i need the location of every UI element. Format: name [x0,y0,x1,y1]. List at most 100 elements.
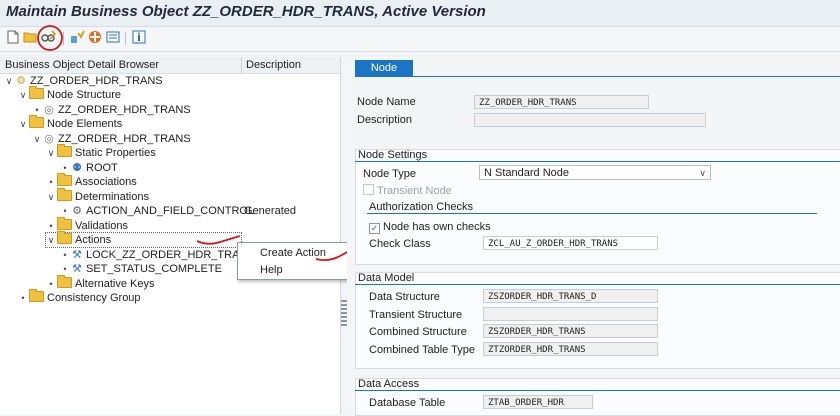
where-used-icon[interactable] [105,30,121,46]
tree-node-label: Alternative Keys [75,278,155,290]
expand-arrow-icon[interactable]: ∨ [46,190,56,204]
tree-node-root-node[interactable]: • ⚉ ROOT [60,161,118,175]
checkbox-icon [363,184,374,195]
business-object-tree: Business Object Detail Browser Descripti… [0,57,341,414]
menu-item-help[interactable]: Help [260,263,283,277]
transient-node-checkbox[interactable]: Transient Node [363,184,452,198]
combined-table-type-field[interactable]: ZTZORDER_HDR_TRANS [483,342,658,356]
node-type-value: N Standard Node [484,167,569,179]
folder-icon [29,86,44,99]
node-name-label: Node Name [357,96,416,108]
tree-node-associations[interactable]: • Associations [46,173,137,189]
column-divider[interactable] [241,57,242,73]
expand-arrow-icon[interactable]: ∨ [18,117,28,131]
check-icon[interactable] [69,30,85,46]
tab-node[interactable]: Node [355,60,413,76]
combined-table-type-label: Combined Table Type [369,344,475,356]
node-circle-icon: ◎ [44,133,54,145]
bullet-icon: • [63,206,67,216]
determination-icon: ⚙ [72,205,82,217]
expand-arrow-icon[interactable]: ∨ [46,146,56,160]
authorization-checks-title: Authorization Checks [367,200,817,214]
tree-node-structure-child[interactable]: • ◎ ZZ_ORDER_HDR_TRANS [32,103,191,117]
new-document-icon[interactable] [5,30,21,46]
tree-node-label: LOCK_ZZ_ORDER_HDR_TRANS [86,249,255,261]
tree-node-label: ACTION_AND_FIELD_CONTROL [86,205,255,217]
bullet-icon: • [49,279,53,289]
node-settings-title: Node Settings [355,148,840,162]
chevron-down-icon: ∨ [699,168,706,178]
toolbar-separator [63,32,64,45]
database-table-field[interactable]: ZTAB_ORDER_HDR [483,395,593,409]
column-header-browser[interactable]: Business Object Detail Browser [5,59,159,71]
title-bar: Maintain Business Object ZZ_ORDER_HDR_TR… [0,0,840,27]
description-field[interactable] [474,113,706,127]
activate-icon[interactable] [87,30,103,46]
own-checks-checkbox[interactable]: ✓ Node has own checks [369,220,491,234]
transient-structure-field[interactable] [483,307,658,321]
check-class-label: Check Class [369,238,431,250]
node-circle-icon: ◎ [44,104,54,116]
tree-node-label: Validations [75,220,128,232]
action-icon: ⚒ [72,249,82,261]
tree-node-lock-action[interactable]: • ⚒ LOCK_ZZ_ORDER_HDR_TRANS [60,248,255,262]
tree-node-elements-child[interactable]: ∨ ◎ ZZ_ORDER_HDR_TRANS [32,132,191,146]
tree-node-label: ROOT [86,162,118,174]
tree-node-label: Actions [75,234,112,246]
tree-node-consistency-group[interactable]: • Consistency Group [18,289,141,305]
bullet-icon: • [49,177,53,187]
transient-node-label: Transient Node [377,185,452,197]
tree-node-node-structure[interactable]: ∨ Node Structure [18,86,121,102]
transient-structure-label: Transient Structure [369,309,463,321]
open-folder-icon[interactable] [22,30,38,46]
data-structure-label: Data Structure [369,291,440,303]
folder-icon [57,217,72,230]
bullet-icon: • [49,221,53,231]
expand-arrow-icon[interactable]: ∨ [32,132,42,146]
context-menu: Create Action Help [237,242,356,280]
menu-item-create-action[interactable]: Create Action [260,246,326,260]
tree-node-label: Static Properties [75,147,156,159]
action-icon: ⚒ [72,263,82,275]
data-structure-field[interactable]: ZSZORDER_HDR_TRANS_D [483,289,658,303]
display-change-icon[interactable] [40,30,57,46]
node-name-field[interactable]: ZZ_ORDER_HDR_TRANS [474,95,649,109]
checkbox-checked-icon: ✓ [369,223,380,234]
tree-node-label: Node Structure [47,89,121,101]
tree-node-alternative-keys[interactable]: • Alternative Keys [46,275,155,291]
column-header-description[interactable]: Description [246,59,301,71]
own-checks-label: Node has own checks [383,221,491,233]
tree-node-set-status[interactable]: • ⚒ SET_STATUS_COMPLETE [60,262,222,276]
tree-node-label: SET_STATUS_COMPLETE [86,263,222,275]
folder-icon [57,144,72,157]
tree-node-static-properties[interactable]: ∨ Static Properties [46,144,156,160]
check-class-field[interactable]: ZCL_AU_Z_ORDER_HDR_TRANS [483,236,658,250]
folder-icon [57,173,72,186]
folder-icon [57,231,72,244]
expand-arrow-icon[interactable]: ∨ [4,74,14,88]
root-node-icon: ⚉ [72,162,82,174]
folder-icon [29,115,44,128]
combined-structure-field[interactable]: ZSZORDER_HDR_TRANS [483,324,658,338]
tree-node-root[interactable]: ∨ ⚙ ZZ_ORDER_HDR_TRANS [4,74,163,88]
tree-node-node-elements[interactable]: ∨ Node Elements [18,115,123,131]
tree-node-determinations[interactable]: ∨ Determinations [46,188,149,204]
bullet-icon: • [63,250,67,260]
node-type-select[interactable]: N Standard Node ∨ [479,165,711,180]
expand-arrow-icon[interactable]: ∨ [18,88,28,102]
tree-node-label: ZZ_ORDER_HDR_TRANS [58,133,191,145]
info-icon[interactable] [131,30,147,46]
tree-node-actions[interactable]: ∨ Actions [45,231,242,248]
folder-icon [57,188,72,201]
tree-node-label: ZZ_ORDER_HDR_TRANS [58,104,191,116]
expand-arrow-icon[interactable]: ∨ [46,233,56,247]
tree-node-label: Consistency Group [47,292,141,304]
description-label: Description [357,114,413,126]
toolbar-separator [125,32,126,45]
data-model-title: Data Model [355,271,840,285]
tree-header: Business Object Detail Browser Descripti… [0,57,340,74]
business-object-icon: ⚙ [16,75,26,87]
tree-node-label: Node Elements [47,118,123,130]
node-detail-panel: Node Node Name ZZ_ORDER_HDR_TRANS Descri… [347,57,840,416]
tree-node-action-field-control[interactable]: • ⚙ ACTION_AND_FIELD_CONTROL [60,204,254,218]
